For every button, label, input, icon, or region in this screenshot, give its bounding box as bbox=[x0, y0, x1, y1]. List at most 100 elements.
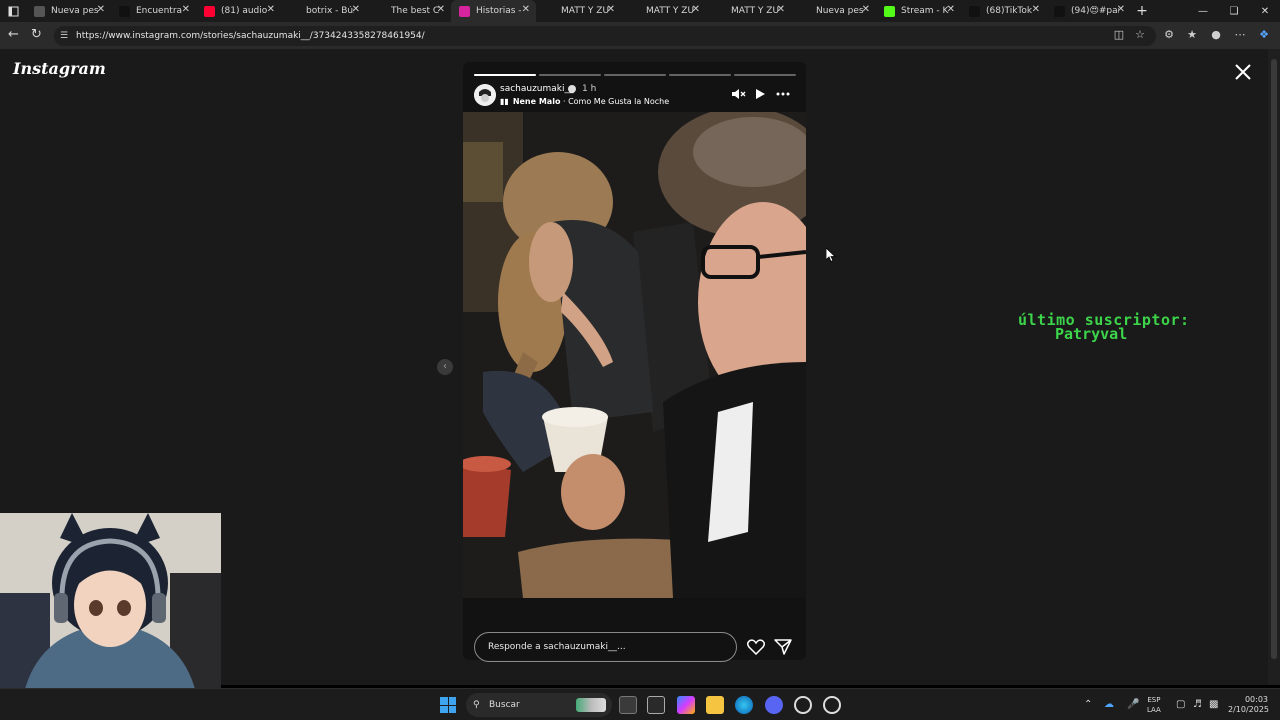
network-icon[interactable]: ▢ bbox=[1176, 699, 1185, 710]
story-photo[interactable] bbox=[463, 112, 806, 598]
progress-segment bbox=[604, 74, 666, 76]
favorites-icon[interactable]: ★ bbox=[1185, 28, 1199, 42]
mute-icon[interactable] bbox=[730, 87, 746, 101]
close-tab-icon[interactable]: ✕ bbox=[182, 4, 190, 15]
edge-browser-icon[interactable] bbox=[735, 696, 753, 714]
reply-placeholder: Responde a sachauzumaki__... bbox=[488, 642, 626, 652]
tab-list: Nueva pestaña✕Encuentra 'C…✕(81) audio F… bbox=[26, 0, 1131, 22]
close-tab-icon[interactable]: ✕ bbox=[1032, 4, 1040, 15]
language-indicator[interactable]: ESP LAA bbox=[1147, 695, 1161, 715]
page-scrollbar[interactable] bbox=[1268, 49, 1280, 685]
close-tab-icon[interactable]: ✕ bbox=[607, 4, 615, 15]
browser-tab[interactable]: The best Ch…✕ bbox=[366, 0, 451, 22]
search-icon bbox=[289, 5, 300, 17]
minimize-button[interactable]: — bbox=[1188, 0, 1218, 22]
new-tab-button[interactable]: + bbox=[1131, 0, 1153, 22]
close-tab-icon[interactable]: ✕ bbox=[777, 4, 785, 15]
browser-tab[interactable]: MATT Y ZU…✕ bbox=[536, 0, 621, 22]
more-options-icon[interactable] bbox=[775, 87, 791, 101]
browser-tab[interactable]: MATT Y ZU…✕ bbox=[706, 0, 791, 22]
search-icon: ⚲ bbox=[473, 700, 480, 710]
browser-tab[interactable]: Encuentra 'C…✕ bbox=[111, 0, 196, 22]
discord-icon[interactable] bbox=[765, 696, 783, 714]
restore-button[interactable]: ❑ bbox=[1219, 0, 1249, 22]
tray-chevron-icon[interactable]: ⌃ bbox=[1084, 699, 1092, 710]
send-icon[interactable] bbox=[774, 639, 792, 655]
avatar[interactable] bbox=[474, 84, 496, 106]
tab-label: Historias - In… bbox=[476, 6, 524, 16]
battery-icon[interactable]: ▩ bbox=[1209, 699, 1218, 710]
copilot-icon[interactable]: ❖ bbox=[1257, 28, 1271, 42]
browser-tab[interactable]: Historias - In…✕ bbox=[451, 0, 536, 22]
browser-tab[interactable]: botrix - Búsq…✕ bbox=[281, 0, 366, 22]
reload-icon[interactable]: ↻ bbox=[31, 27, 42, 42]
browser-tab[interactable]: Stream - Kic…✕ bbox=[876, 0, 961, 22]
browser-tab[interactable]: Nueva pestaña✕ bbox=[26, 0, 111, 22]
tab-label: The best Ch… bbox=[391, 6, 439, 16]
volume-icon[interactable]: ♬ bbox=[1193, 699, 1202, 710]
more-menu-icon[interactable]: ⋯ bbox=[1233, 28, 1247, 42]
instagram-logo[interactable]: Instagram bbox=[13, 59, 106, 78]
store-icon[interactable] bbox=[647, 696, 665, 714]
close-tab-icon[interactable]: ✕ bbox=[437, 4, 445, 15]
browser-tab[interactable]: (68)TikTok -…✕ bbox=[961, 0, 1046, 22]
microphone-icon[interactable]: 🎤 bbox=[1127, 699, 1139, 710]
copilot-app-icon[interactable] bbox=[677, 696, 695, 714]
address-toolbar: ← ↻ ☰ https://www.instagram.com/stories/… bbox=[0, 22, 1280, 49]
tiktok-icon bbox=[119, 5, 130, 17]
browser-tab[interactable]: Nueva pesta…✕ bbox=[791, 0, 876, 22]
reply-input[interactable]: Responde a sachauzumaki__... bbox=[474, 632, 737, 662]
close-tab-icon[interactable]: ✕ bbox=[1117, 4, 1125, 15]
windows-start-icon[interactable] bbox=[440, 697, 456, 713]
story-card: sachauzumaki__ 1 h ▮▮ Nene Malo · Como Me… bbox=[463, 62, 806, 660]
url-field[interactable]: ☰ https://www.instagram.com/stories/sach… bbox=[54, 26, 1156, 46]
music-separator: · bbox=[560, 97, 569, 106]
favorite-star-icon[interactable]: ☆ bbox=[1133, 28, 1147, 42]
close-tab-icon[interactable]: ✕ bbox=[692, 4, 700, 15]
heart-icon[interactable] bbox=[747, 639, 765, 655]
task-view-icon[interactable] bbox=[619, 696, 637, 714]
tab-label: Stream - Kic… bbox=[901, 6, 949, 16]
language-code: ESP bbox=[1147, 696, 1161, 704]
close-tab-icon[interactable]: ✕ bbox=[862, 4, 870, 15]
profile-avatar-icon[interactable]: ● bbox=[1209, 28, 1223, 42]
browser-tab[interactable]: MATT Y ZU…✕ bbox=[621, 0, 706, 22]
system-clock[interactable]: 00:03 2/10/2025 bbox=[1228, 695, 1269, 715]
split-screen-icon[interactable]: ◫ bbox=[1112, 28, 1126, 42]
mouse-cursor-icon bbox=[826, 248, 836, 262]
clock-time: 00:03 bbox=[1244, 695, 1268, 704]
music-info[interactable]: ▮▮ Nene Malo · Como Me Gusta la Noche bbox=[500, 97, 669, 106]
search-icon bbox=[629, 5, 640, 17]
browser-tab[interactable]: (81) audio F…✕ bbox=[196, 0, 281, 22]
media-player-icon[interactable] bbox=[823, 696, 841, 714]
play-icon[interactable] bbox=[752, 87, 768, 101]
tab-label: (68)TikTok -… bbox=[986, 6, 1034, 16]
close-story-icon[interactable] bbox=[1234, 63, 1252, 81]
youtube-icon bbox=[204, 5, 215, 17]
progress-segment bbox=[539, 74, 601, 76]
story-username[interactable]: sachauzumaki__ bbox=[500, 84, 574, 94]
file-explorer-icon[interactable] bbox=[706, 696, 724, 714]
onedrive-icon[interactable]: ☁ bbox=[1104, 699, 1114, 710]
taskbar-search[interactable]: ⚲ Buscar bbox=[466, 693, 612, 717]
obs-icon[interactable] bbox=[794, 696, 812, 714]
browser-tab[interactable]: (94)😍#pan…✕ bbox=[1046, 0, 1131, 22]
tab-actions-icon[interactable] bbox=[0, 0, 26, 22]
back-arrow-icon[interactable]: ← bbox=[8, 27, 19, 42]
previous-story-icon[interactable]: ‹ bbox=[437, 359, 453, 375]
keyboard-layout: LAA bbox=[1147, 706, 1161, 714]
close-tab-icon[interactable]: ✕ bbox=[947, 4, 955, 15]
windows-taskbar: ⚲ Buscar ⌃ ☁ 🎤 ESP LAA ▢ ♬ ▩ 00:03 2/10/… bbox=[0, 688, 1280, 720]
instagram-icon bbox=[459, 5, 470, 17]
tab-label: MATT Y ZU… bbox=[731, 6, 779, 16]
close-tab-icon[interactable]: ✕ bbox=[267, 4, 275, 15]
close-tab-icon[interactable]: ✕ bbox=[352, 4, 360, 15]
extensions-icon[interactable]: ⚙ bbox=[1162, 28, 1176, 42]
url-text: https://www.instagram.com/stories/sachau… bbox=[76, 31, 425, 41]
close-tab-icon[interactable]: ✕ bbox=[522, 4, 530, 15]
progress-fill bbox=[474, 74, 536, 76]
close-window-button[interactable]: ✕ bbox=[1250, 0, 1280, 22]
site-info-icon[interactable]: ☰ bbox=[60, 26, 68, 46]
close-tab-icon[interactable]: ✕ bbox=[97, 4, 105, 15]
scrollbar-thumb[interactable] bbox=[1271, 59, 1277, 659]
